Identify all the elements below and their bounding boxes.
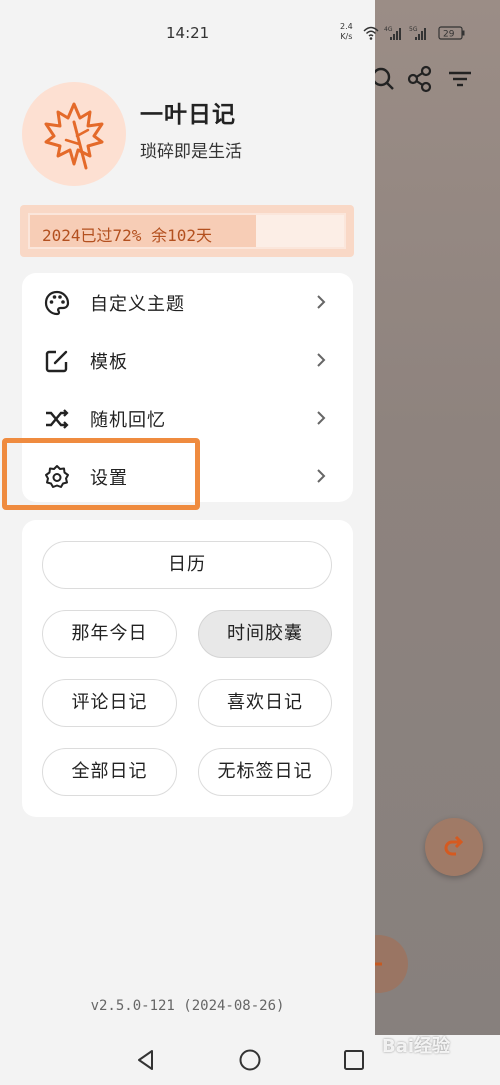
all-diary-button[interactable]: 全部日记 xyxy=(42,748,177,796)
recents-icon[interactable] xyxy=(341,1047,367,1073)
status-time: 14:21 xyxy=(166,24,210,42)
chevron-right-icon xyxy=(317,411,326,425)
menu-item-templates[interactable]: 模板 xyxy=(22,331,353,389)
watermark-text: Bai经验 xyxy=(382,1036,451,1057)
menu-item-custom-theme[interactable]: 自定义主题 xyxy=(22,273,353,331)
time-capsule-button[interactable]: 时间胶囊 xyxy=(198,610,332,658)
liked-diary-button[interactable]: 喜欢日记 xyxy=(198,679,332,727)
version-label: v2.5.0-121 (2024-08-26) xyxy=(90,998,285,1014)
settings-highlight-annotation xyxy=(2,438,200,510)
palette-icon xyxy=(44,290,70,316)
commented-diary-button[interactable]: 评论日记 xyxy=(42,679,177,727)
background-app xyxy=(371,0,500,1085)
year-progress: 2024已过72% 余102天 xyxy=(20,205,354,257)
refresh-fab xyxy=(425,818,483,876)
on-this-day-button[interactable]: 那年今日 xyxy=(42,610,177,658)
network-speed: 2.4 K/s xyxy=(340,22,353,41)
status-icons: 4G 5G 29 xyxy=(363,26,465,40)
year-progress-text: 2024已过72% 余102天 xyxy=(42,226,212,245)
menu-item-label: 随机回忆 xyxy=(90,410,166,431)
chevron-right-icon xyxy=(317,295,326,309)
signal-1-label: 4G xyxy=(384,26,393,33)
back-icon[interactable] xyxy=(133,1047,159,1073)
year-progress-bar: 2024已过72% 余102天 xyxy=(28,213,346,249)
menu-item-label: 自定义主题 xyxy=(90,294,185,315)
untagged-diary-button[interactable]: 无标签日记 xyxy=(198,748,332,796)
maple-leaf-icon xyxy=(44,102,104,170)
chevron-right-icon xyxy=(317,353,326,367)
app-name: 一叶日记 xyxy=(140,102,236,128)
redo-icon xyxy=(444,835,464,856)
battery-level: 29 xyxy=(443,30,455,40)
chevron-right-icon xyxy=(317,469,326,483)
navigation-drawer: 14:21 2.4 K/s 4G 5G 29 一叶日记 琐碎即是生活 2024已… xyxy=(0,0,465,1035)
share-icon xyxy=(407,65,432,93)
menu-item-label: 模板 xyxy=(90,352,128,373)
app-slogan: 琐碎即是生活 xyxy=(140,142,242,162)
battery-icon: 29 xyxy=(438,26,465,40)
signal-2-label: 5G xyxy=(409,26,418,33)
edit-square-icon xyxy=(45,350,68,373)
filter-icon xyxy=(449,71,471,87)
shuffle-icon xyxy=(46,409,69,429)
wifi-icon xyxy=(363,26,379,37)
shortcut-card: 日历 那年今日 时间胶囊 评论日记 喜欢日记 全部日记 无标签日记 xyxy=(22,520,353,817)
calendar-button[interactable]: 日历 xyxy=(42,541,332,589)
avatar[interactable] xyxy=(22,82,126,186)
home-icon[interactable] xyxy=(237,1047,263,1073)
